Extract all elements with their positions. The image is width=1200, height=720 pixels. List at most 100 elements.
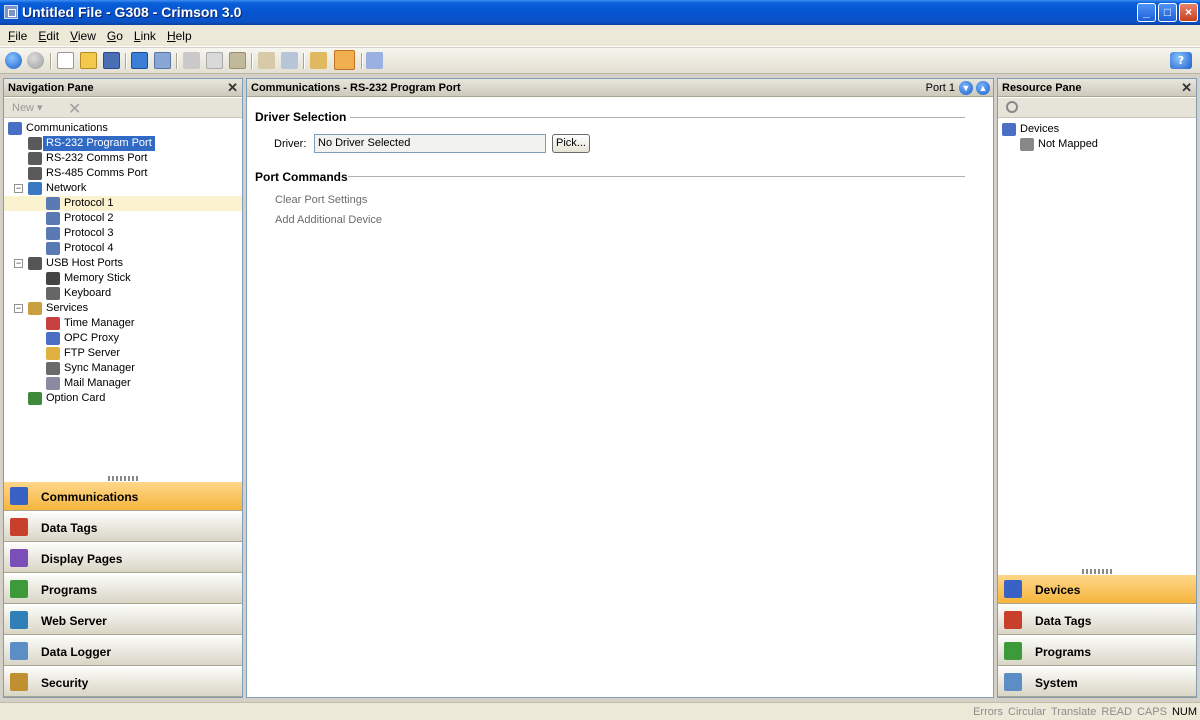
link-icon[interactable] (310, 52, 327, 69)
category-system[interactable]: System (998, 668, 1196, 697)
category-data-logger[interactable]: Data Logger (4, 637, 242, 666)
collapse-toggle[interactable]: − (14, 259, 23, 268)
pick-button[interactable]: Pick... (552, 134, 590, 153)
back-icon[interactable] (5, 52, 22, 69)
cut-icon[interactable] (183, 52, 200, 69)
category-programs[interactable]: Programs (998, 637, 1196, 666)
close-button[interactable]: × (1179, 3, 1198, 22)
new-button[interactable]: New ▾ (12, 101, 43, 114)
serial-port-icon (28, 152, 42, 165)
undo-icon[interactable] (131, 52, 148, 69)
find-icon[interactable] (258, 52, 275, 69)
category-label: Devices (1035, 583, 1081, 597)
tree-item[interactable]: Mail Manager (4, 376, 242, 391)
menu-file[interactable]: File (2, 25, 32, 43)
redo-icon[interactable] (154, 52, 171, 69)
copy-icon[interactable] (206, 52, 223, 69)
tree-item[interactable]: RS-232 Comms Port (4, 151, 242, 166)
close-icon[interactable]: ✕ (1181, 80, 1192, 96)
protocol-icon (46, 197, 60, 210)
status-bar: Errors Circular Translate READ CAPS NUM (0, 702, 1200, 720)
programs-icon (10, 580, 28, 598)
category-label: System (1035, 676, 1078, 690)
app-icon[interactable] (4, 5, 18, 19)
tree-item[interactable]: Option Card (4, 391, 242, 406)
status-read: READ (1101, 706, 1132, 718)
tree-item[interactable]: − USB Host Ports (4, 256, 242, 271)
tree-item-label: Network (46, 182, 87, 194)
data-tags-icon (10, 518, 28, 536)
resource-tree-item[interactable]: Devices (998, 122, 1196, 137)
open-folder-icon[interactable] (80, 52, 97, 69)
tree-item-label: Mail Manager (64, 377, 131, 389)
down-arrow-icon[interactable]: ▼ (959, 81, 973, 95)
tree-item[interactable]: Protocol 2 (4, 211, 242, 226)
up-arrow-icon[interactable]: ▲ (976, 81, 990, 95)
menu-view[interactable]: View (64, 25, 101, 43)
tree-item[interactable]: Time Manager (4, 316, 242, 331)
toolbar: ? (0, 48, 1200, 74)
devices-icon (1002, 123, 1016, 136)
tree-item[interactable]: OPC Proxy (4, 331, 242, 346)
status-caps: CAPS (1136, 706, 1167, 718)
tree-item-label: USB Host Ports (46, 257, 124, 269)
collapse-toggle[interactable]: − (14, 304, 23, 313)
category-devices[interactable]: Devices (998, 575, 1196, 604)
devices-icon (1004, 580, 1022, 598)
new-file-icon[interactable] (57, 52, 74, 69)
tree-item-label: Time Manager (64, 317, 135, 329)
help-icon[interactable]: ? (1170, 52, 1192, 69)
tree-item-label: Sync Manager (64, 362, 135, 374)
menu-link[interactable]: Link (128, 25, 161, 43)
resource-tree-item[interactable]: Not Mapped (998, 137, 1196, 152)
tree-item[interactable]: Protocol 3 (4, 226, 242, 241)
tree-item[interactable]: − Network (4, 181, 242, 196)
tree-item[interactable]: Communications (4, 121, 242, 136)
category-programs[interactable]: Programs (4, 575, 242, 604)
tree-item[interactable]: RS-485 Comms Port (4, 166, 242, 181)
category-display-pages[interactable]: Display Pages (4, 544, 242, 573)
tree-item[interactable]: Memory Stick (4, 271, 242, 286)
forward-icon[interactable] (27, 52, 44, 69)
serial-port-icon (28, 167, 42, 180)
category-data-tags[interactable]: Data Tags (4, 513, 242, 542)
tree-item-label: RS-232 Program Port (43, 136, 155, 151)
tree-item[interactable]: Keyboard (4, 286, 242, 301)
clear-port-settings-link[interactable]: Clear Port Settings (275, 194, 367, 206)
menu-help[interactable]: Help (161, 25, 197, 43)
category-security[interactable]: Security (4, 668, 242, 697)
status-circular: Circular (1008, 706, 1046, 718)
data-tags-icon (1004, 611, 1022, 629)
menu-edit[interactable]: Edit (32, 25, 64, 43)
category-label: Programs (41, 583, 98, 597)
maximize-button[interactable]: □ (1158, 3, 1177, 22)
send-icon[interactable] (366, 52, 383, 69)
search-icon[interactable] (1006, 101, 1018, 113)
delete-icon[interactable]: ✕ (68, 99, 81, 118)
tree-item[interactable]: Protocol 1 (4, 196, 242, 211)
category-web-server[interactable]: Web Server (4, 606, 242, 635)
tree-item[interactable]: Sync Manager (4, 361, 242, 376)
save-icon[interactable] (103, 52, 120, 69)
minimize-button[interactable]: _ (1137, 3, 1156, 22)
category-communications[interactable]: Communications (4, 482, 242, 511)
collapse-toggle[interactable]: − (14, 184, 23, 193)
print-icon[interactable] (281, 52, 298, 69)
tree-item[interactable]: Protocol 4 (4, 241, 242, 256)
paste-icon[interactable] (229, 52, 246, 69)
tree-item[interactable]: FTP Server (4, 346, 242, 361)
splitter-handle[interactable] (108, 476, 138, 481)
tree-item[interactable]: RS-232 Program Port (4, 136, 242, 151)
tree-item[interactable]: − Services (4, 301, 242, 316)
add-additional-device-link[interactable]: Add Additional Device (275, 214, 382, 226)
screen-view-icon[interactable] (334, 50, 355, 70)
category-data-tags[interactable]: Data Tags (998, 606, 1196, 635)
status-indicators: Errors Circular Translate READ CAPS NUM (968, 706, 1197, 718)
close-icon[interactable]: ✕ (227, 80, 238, 96)
protocol-icon (46, 227, 60, 240)
title-bar: Untitled File - G308 - Crimson 3.0 _ □ × (0, 0, 1200, 25)
main-pane: Communications - RS-232 Program Port Por… (246, 78, 994, 698)
splitter-handle[interactable] (1082, 569, 1112, 574)
driver-field[interactable]: No Driver Selected (314, 134, 546, 153)
menu-go[interactable]: Go (101, 25, 128, 43)
